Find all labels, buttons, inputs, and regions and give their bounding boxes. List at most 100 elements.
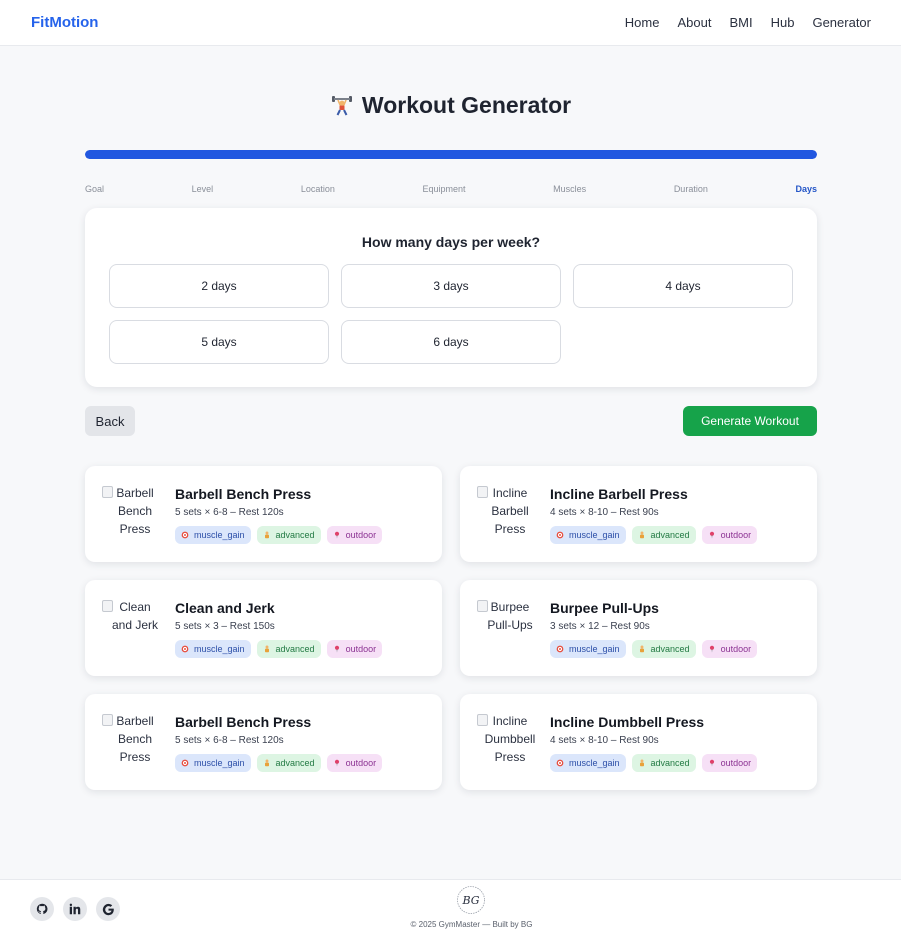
tag-1: advanced xyxy=(256,754,321,772)
image-alt-text: Bench xyxy=(117,504,153,518)
step-label-location: Location xyxy=(300,184,335,194)
broken-image-icon xyxy=(477,714,488,726)
exercise-name: Incline Dumbbell Press xyxy=(550,714,705,730)
step-label-muscles: Muscles xyxy=(553,184,587,194)
broken-image-icon xyxy=(477,600,488,612)
person-icon xyxy=(639,531,644,539)
exercise-image: Incline Dumbbell Press xyxy=(477,712,537,772)
nav-bmi[interactable]: BMI xyxy=(729,15,752,30)
question-card: How many days per week? 2 days 3 days 4 … xyxy=(85,208,817,387)
progress-bar xyxy=(85,150,817,159)
exercise-meta: 3 sets × 12 – Rest 90s xyxy=(550,621,650,632)
tag-2: outdoor xyxy=(701,754,758,772)
pin-icon xyxy=(334,531,339,539)
nav-links: Home About BMI Hub Generator xyxy=(607,15,871,30)
step-label-goal: Goal xyxy=(85,184,105,194)
tag-list: muscle_gain advanced outdoor xyxy=(175,526,388,544)
workout-card: Incline Barbell Press Incline Barbell Press… xyxy=(460,466,817,562)
question-title: How many days per week? xyxy=(361,234,541,250)
tag-label: outdoor xyxy=(720,644,752,654)
copyright-text: © 2025 GymMaster — Built by BG xyxy=(410,920,533,929)
pin-icon xyxy=(709,645,714,653)
tag-1: advanced xyxy=(256,526,321,544)
exercise-name: Burpee Pull-Ups xyxy=(550,600,659,616)
image-alt-text: Barbell xyxy=(116,714,154,728)
exercise-image: Burpee Pull-Ups xyxy=(477,598,537,658)
tag-1: advanced xyxy=(631,754,696,772)
footer: BG © 2025 GymMaster — Built by BG xyxy=(0,879,901,936)
workout-card: Incline Dumbbell Press Incline Dumbbell Pre… xyxy=(460,694,817,790)
broken-image-icon xyxy=(477,486,488,498)
broken-image-icon xyxy=(102,714,113,726)
tag-2: outdoor xyxy=(701,640,758,658)
image-alt-text: Press xyxy=(119,522,151,536)
person-icon xyxy=(639,645,644,653)
pin-icon xyxy=(709,759,714,767)
tag-1: advanced xyxy=(631,640,696,658)
tag-label: muscle_gain xyxy=(569,530,620,540)
tag-label: advanced xyxy=(650,644,690,654)
nav-hub[interactable]: Hub xyxy=(771,15,795,30)
option-2-days[interactable]: 2 days xyxy=(109,264,329,308)
tag-2: outdoor xyxy=(701,526,758,544)
back-button[interactable]: Back xyxy=(85,406,135,436)
tag-label: outdoor xyxy=(345,530,377,540)
exercise-image: Incline Barbell Press xyxy=(477,484,537,544)
nav-about[interactable]: About xyxy=(677,15,711,30)
option-6-days[interactable]: 6 days xyxy=(341,320,561,364)
linkedin-icon[interactable] xyxy=(63,897,87,921)
tag-0: muscle_gain xyxy=(175,526,251,544)
step-labels: Goal Level Location Equipment Muscles Duratio… xyxy=(85,184,817,194)
tag-0: muscle_gain xyxy=(550,754,626,772)
exercise-meta: 4 sets × 8-10 – Rest 90s xyxy=(550,507,659,518)
tag-label: outdoor xyxy=(720,530,752,540)
image-alt-text: Press xyxy=(494,522,526,536)
tag-list: muscle_gain advanced outdoor xyxy=(550,754,763,772)
person-icon xyxy=(264,645,269,653)
google-icon[interactable] xyxy=(96,897,120,921)
tag-list: muscle_gain advanced outdoor xyxy=(175,754,388,772)
nav-home[interactable]: Home xyxy=(625,15,660,30)
target-icon xyxy=(556,759,564,767)
tag-list: muscle_gain advanced outdoor xyxy=(550,640,763,658)
exercise-meta: 5 sets × 6-8 – Rest 120s xyxy=(175,507,284,518)
step-label-days: Days xyxy=(795,184,817,194)
target-icon xyxy=(181,531,189,539)
exercise-name: Clean and Jerk xyxy=(175,600,275,616)
target-icon xyxy=(556,531,564,539)
image-alt-text: Burpee xyxy=(490,600,530,614)
step-label-duration: Duration xyxy=(673,184,708,194)
option-5-days[interactable]: 5 days xyxy=(109,320,329,364)
github-icon[interactable] xyxy=(30,897,54,921)
image-alt-text: Incline xyxy=(492,714,528,728)
broken-image-icon xyxy=(102,600,113,612)
image-alt-text: Barbell xyxy=(491,504,529,518)
tag-0: muscle_gain xyxy=(550,640,626,658)
workout-card: Barbell Bench Press Barbell Bench Press 5 se… xyxy=(85,466,442,562)
nav-generator[interactable]: Generator xyxy=(812,15,871,30)
exercise-name: Incline Barbell Press xyxy=(550,486,688,502)
target-icon xyxy=(556,645,564,653)
tag-label: advanced xyxy=(275,644,315,654)
generate-workout-button[interactable]: Generate Workout xyxy=(683,406,817,436)
option-3-days[interactable]: 3 days xyxy=(341,264,561,308)
step-label-level: Level xyxy=(191,184,214,194)
tag-2: outdoor xyxy=(326,526,383,544)
tag-2: outdoor xyxy=(326,640,383,658)
person-icon xyxy=(264,759,269,767)
exercise-image: Barbell Bench Press xyxy=(102,712,162,772)
tag-label: advanced xyxy=(650,758,690,768)
tag-label: outdoor xyxy=(345,758,377,768)
tag-label: advanced xyxy=(275,758,315,768)
tag-label: muscle_gain xyxy=(194,758,245,768)
exercise-name: Barbell Bench Press xyxy=(175,714,312,730)
footer-logo-text: BG xyxy=(461,894,479,907)
person-icon xyxy=(639,759,644,767)
pin-icon xyxy=(334,759,339,767)
option-4-days[interactable]: 4 days xyxy=(573,264,793,308)
workout-card: Barbell Bench Press Barbell Bench Press 5 se… xyxy=(85,694,442,790)
tag-label: advanced xyxy=(275,530,315,540)
brand-logo[interactable]: FitMotion xyxy=(31,14,98,31)
exercise-image: Clean and Jerk xyxy=(102,598,162,658)
exercise-name: Barbell Bench Press xyxy=(175,486,312,502)
